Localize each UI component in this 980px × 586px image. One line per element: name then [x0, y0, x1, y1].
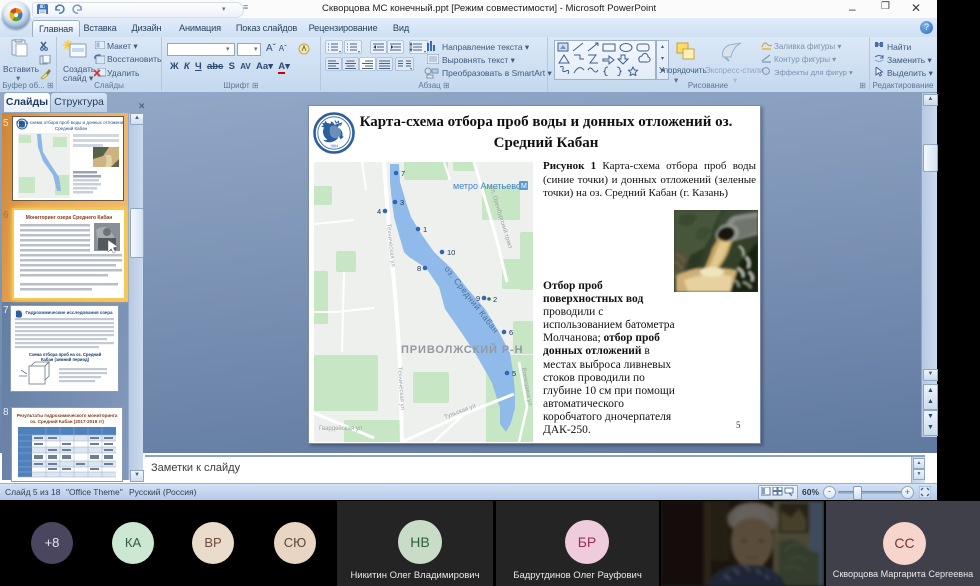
svg-text:9: 9: [476, 294, 480, 303]
svg-text:10: 10: [447, 248, 455, 257]
svg-text:Гидрохимические исследования о: Гидрохимические исследования озера: [25, 310, 113, 315]
svg-text:6: 6: [509, 328, 513, 337]
svg-text:Кабан (зимний период): Кабан (зимний период): [41, 357, 90, 362]
svg-text:M: M: [521, 183, 527, 190]
svg-text:Техническая ул: Техническая ул: [396, 367, 405, 411]
svg-text:3: 3: [400, 198, 404, 207]
svg-text:оз. Средний Кабан (2017-2019 г: оз. Средний Кабан (2017-2019 гг): [30, 418, 104, 424]
svg-text:4: 4: [377, 207, 381, 216]
svg-text:1: 1: [423, 225, 427, 234]
svg-text:Мониторинг озера Среднего Каба: Мониторинг озера Среднего Кабан: [26, 214, 112, 221]
svg-text:7: 7: [401, 169, 405, 178]
svg-text:8: 8: [417, 264, 421, 273]
svg-text:1804: 1804: [330, 144, 338, 149]
svg-text:Гвардейская ул: Гвардейская ул: [319, 425, 363, 432]
svg-text:Результаты гидрохимического мо: Результаты гидрохимического мониторинга: [17, 413, 118, 418]
svg-text:Карта-схема отбора проб воды и: Карта-схема отбора проб воды и донных от…: [16, 119, 123, 125]
svg-text:Средний Кабан: Средний Кабан: [55, 125, 88, 131]
svg-text:метро Аметьево: метро Аметьево: [453, 181, 521, 191]
svg-text:2: 2: [493, 295, 497, 304]
svg-text:5: 5: [512, 369, 516, 378]
svg-text:ПРИВОЛЖСКИЙ Р-Н: ПРИВОЛЖСКИЙ Р-Н: [401, 343, 523, 356]
svg-text:Техническая ул: Техническая ул: [385, 224, 396, 268]
